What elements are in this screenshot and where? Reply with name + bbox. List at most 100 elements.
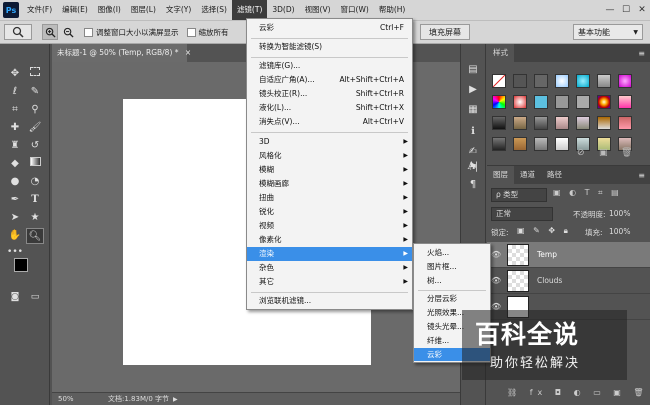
hand-tool-icon[interactable]: ✋ [6,228,24,244]
info-panel-icon[interactable]: ℹ [464,124,482,140]
menu-item-clouds-last[interactable]: 云彩 Ctrl+F [247,21,412,35]
style-swatch[interactable] [555,137,569,151]
style-swatch[interactable] [597,116,611,130]
zoom-out-button[interactable] [60,24,76,40]
menu-item-sharpen[interactable]: 锐化 ▶ [247,205,412,219]
style-swatch[interactable] [492,74,506,88]
blend-mode-select[interactable]: 正常 [491,207,553,221]
style-swatch[interactable] [534,95,548,109]
style-swatch[interactable] [555,74,569,88]
quick-mask-icon[interactable]: ◙ [6,289,24,305]
menu-item-blur-gallery[interactable]: 模糊画廊 ▶ [247,177,412,191]
style-swatch[interactable] [513,95,527,109]
tab-close-icon[interactable]: × [185,48,191,57]
eraser-tool-icon[interactable]: ◆ [6,156,24,172]
menu-item-adaptive-wide-angle[interactable]: 自适应广角(A)... Alt+Shift+Ctrl+A [247,73,412,87]
menu-layer[interactable]: 图层(L) [126,0,161,20]
style-swatch[interactable] [492,116,506,130]
menu-item-liquify[interactable]: 液化(L)... Shift+Ctrl+X [247,101,412,115]
menu-item-other[interactable]: 其它 ▶ [247,275,412,289]
style-swatch[interactable] [492,95,506,109]
minimize-icon[interactable]: — [602,0,618,20]
character-panel-icon[interactable]: A| [464,159,482,175]
healing-brush-tool-icon[interactable]: ✚ [6,120,24,136]
history-panel-icon[interactable]: ▤ [464,62,482,78]
submenu-item-tree[interactable]: 树... [414,274,490,287]
opacity-value[interactable]: 100% [609,209,630,218]
style-swatch[interactable] [618,116,632,130]
fill-value[interactable]: 100% [609,227,630,236]
submenu-item-picture-frame[interactable]: 图片框... [414,260,490,273]
style-swatch[interactable] [534,137,548,151]
style-swatch[interactable] [597,95,611,109]
properties-panel-icon[interactable]: ▦ [464,102,482,118]
gradient-tool-icon[interactable] [26,156,44,172]
paragraph-panel-icon[interactable]: ¶ [464,177,482,193]
menu-item-distort[interactable]: 扭曲 ▶ [247,191,412,205]
clear-style-icon[interactable]: ⊘ [577,148,585,158]
delete-style-icon[interactable]: 🗑︎ [621,148,632,158]
eyedropper-tool-icon[interactable]: ⚲ [26,102,44,118]
history-brush-tool-icon[interactable]: ↺ [26,138,44,154]
style-swatch[interactable] [618,95,632,109]
style-swatch[interactable] [576,116,590,130]
dodge-tool-icon[interactable]: ◔ [26,174,44,190]
tool-preset-picker[interactable] [4,24,32,40]
menu-item-noise[interactable]: 杂色 ▶ [247,261,412,275]
type-tool-icon[interactable]: T [26,192,44,208]
style-swatch[interactable] [618,74,632,88]
style-swatch[interactable] [576,95,590,109]
menu-type[interactable]: 文字(Y) [161,0,196,20]
style-swatch[interactable] [555,95,569,109]
submenu-item-difference-clouds[interactable]: 分层云彩 [414,292,490,305]
panel-menu-icon[interactable]: ≡ [638,49,645,58]
menu-item-pixelate[interactable]: 像素化 ▶ [247,233,412,247]
style-swatch[interactable] [534,74,548,88]
resize-windows-option[interactable]: 调整窗口大小以满屏显示 [84,27,179,38]
zoom-all-checkbox[interactable] [186,27,196,37]
style-swatch[interactable] [555,116,569,130]
zoom-level[interactable]: 50% [58,395,88,403]
zoom-in-button[interactable] [42,24,58,40]
workspace-select[interactable]: 基本功能 ▼ [573,24,643,40]
menu-item-render[interactable]: 渲染 ▶ [247,247,412,261]
menu-image[interactable]: 图像(I) [93,0,126,20]
fill-screen-button[interactable]: 填充屏幕 [420,24,470,40]
move-tool-icon[interactable]: ✥ [6,66,24,82]
status-arrow-icon[interactable]: ▶ [173,396,178,403]
menu-filter[interactable]: 滤镜(T) [231,0,268,20]
style-swatch[interactable] [597,74,611,88]
menu-item-3d[interactable]: 3D ▶ [247,135,412,149]
menu-item-video[interactable]: 视频 ▶ [247,219,412,233]
menu-edit[interactable]: 编辑(E) [57,0,93,20]
menu-help[interactable]: 帮助(H) [374,0,411,20]
new-style-icon[interactable]: ▣ [599,148,608,158]
custom-shape-tool-icon[interactable]: ★ [26,210,44,226]
foreground-color-swatch[interactable] [14,258,28,272]
menu-select[interactable]: 选择(S) [196,0,232,20]
menu-item-lens-correction[interactable]: 镜头校正(R)... Shift+Ctrl+R [247,87,412,101]
zoom-tool-icon[interactable]: 🔍︎ [26,228,44,244]
close-icon[interactable]: ✕ [634,0,650,20]
tab-styles[interactable]: 样式 [487,44,514,62]
menu-file[interactable]: 文件(F) [22,0,57,20]
menu-view[interactable]: 视图(V) [300,0,336,20]
actions-panel-icon[interactable]: ▶ [464,82,482,98]
menu-item-convert-smart-filters[interactable]: 转换为智能滤镜(S) [247,40,412,54]
style-swatch[interactable] [513,116,527,130]
brush-tool-icon[interactable]: 🖌 [26,120,44,136]
style-swatch[interactable] [534,116,548,130]
path-select-tool-icon[interactable]: ➤ [6,210,24,226]
tab-channels[interactable]: 通道 [514,166,541,184]
eye-icon[interactable]: 👁︎ [491,276,501,285]
menu-item-vanishing-point[interactable]: 消失点(V)... Alt+Ctrl+V [247,115,412,129]
menu-window[interactable]: 窗口(W) [336,0,374,20]
menu-item-filter-gallery[interactable]: 滤镜库(G)... [247,59,412,73]
panel-menu-icon[interactable]: ≡ [638,171,645,180]
layer-row-clouds[interactable]: 👁︎ Clouds [487,268,650,294]
submenu-item-flame[interactable]: 火焰... [414,246,490,259]
maximize-icon[interactable]: ☐ [618,0,634,20]
blur-tool-icon[interactable]: ● [6,174,24,190]
layer-footer-icons[interactable]: ⛓ fx ◘ ◐ ▭ ▣ 🗑︎ [507,388,649,397]
menu-item-browse-filters-online[interactable]: 浏览联机滤镜... [247,294,412,308]
